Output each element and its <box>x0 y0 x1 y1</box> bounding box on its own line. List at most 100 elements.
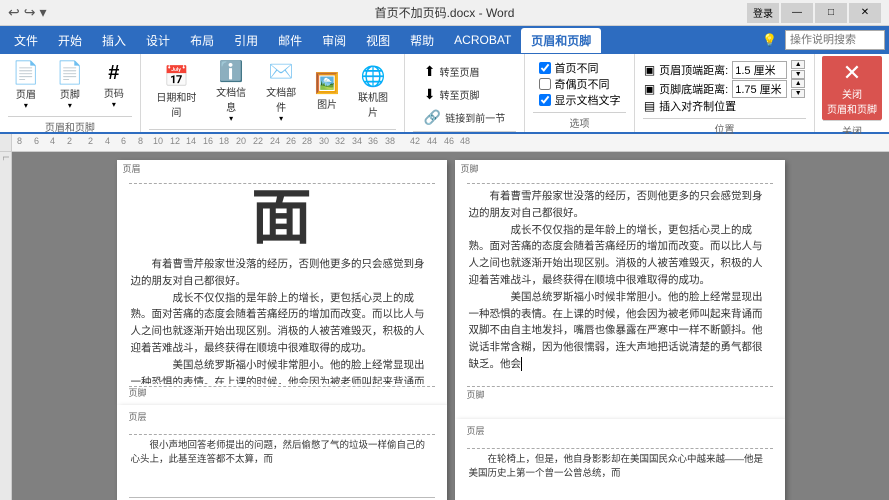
header-margin-down[interactable]: ▼ <box>791 70 805 79</box>
header-margin-input[interactable] <box>732 61 787 79</box>
lightbulb-icon: 💡 <box>762 33 777 47</box>
ruler-tick-neg2: 2 <box>67 136 72 146</box>
tab-insert[interactable]: 插入 <box>92 28 136 53</box>
tab-file[interactable]: 文件 <box>4 28 48 53</box>
ribbon-group-position: ▣ 页眉顶端距离: ▲ ▼ ▣ 页脚底端距离: ▲ ▼ ▤ 插入对齐制位置 <box>635 54 815 132</box>
ruler-tick-22: 22 <box>253 136 263 146</box>
footer-button[interactable]: 📄 页脚 ▾ <box>50 60 90 112</box>
customize-icon[interactable]: ▾ <box>39 4 46 21</box>
show-text-checkbox[interactable] <box>539 94 551 106</box>
close-header-footer-button[interactable]: ✕ 关闭 页眉和页脚 <box>822 56 882 120</box>
page-number-button[interactable]: # 页码 ▾ <box>94 61 134 111</box>
ruler-tick-neg4: 4 <box>50 136 55 146</box>
show-text-check[interactable]: 显示文档文字 <box>539 92 621 108</box>
ribbon-items-nav: ⬆ 转至页眉 ⬇ 转至页脚 🔗 链接到前一节 <box>420 56 509 131</box>
ruler-tick-32: 32 <box>335 136 345 146</box>
firstpage-checkbox[interactable] <box>539 62 551 74</box>
tab-help[interactable]: 帮助 <box>400 28 444 53</box>
page-2-right: 页层 在轮椅上，但是，他自身影影却在美国国民众心中越来越——他是美国历史上第一个… <box>455 419 785 500</box>
document-area: L 页眉 面 有着曹雪芹般家世没落的经历，否则他更多的只会感觉到身边的朋友对自己… <box>0 152 889 500</box>
tab-header-footer[interactable]: 页眉和页脚 <box>521 28 601 53</box>
page1-right-header-line <box>467 166 773 184</box>
search-input[interactable] <box>785 30 885 50</box>
footer-dropdown-arrow: ▾ <box>68 101 72 110</box>
tab-layout[interactable]: 布局 <box>180 28 224 53</box>
oddeven-different-check[interactable]: 奇偶页不同 <box>539 76 621 92</box>
page-col-left: 页眉 面 有着曹雪芹般家世没落的经历，否则他更多的只会感觉到身边的朋友对自己都很… <box>117 160 447 492</box>
oddeven-checkbox[interactable] <box>539 78 551 90</box>
page2-left-body-text: 很小声地回答老师提出的问题，然后偷憋了气的垃圾一样偷自己的心头上，此基至连答都不… <box>131 439 433 468</box>
tab-acrobat[interactable]: ACROBAT <box>444 29 521 51</box>
ruler-left-margin <box>0 134 12 151</box>
close-button[interactable]: ✕ <box>849 3 881 23</box>
page1-right-footer-area: 页脚 <box>455 384 785 419</box>
quickparts-icon: ✉️ <box>269 62 294 82</box>
online-picture-button[interactable]: 🌐 联机图片 <box>350 65 396 121</box>
quickparts-button[interactable]: ✉️ 文档部件 ▾ <box>258 60 304 125</box>
page1-right-footer-content <box>467 401 773 417</box>
header-button[interactable]: 📄 页眉 ▾ <box>6 60 46 112</box>
ribbon-group-close: ✕ 关闭 页眉和页脚 关闭 <box>815 54 889 132</box>
picture-button[interactable]: 🖼️ 图片 <box>308 72 346 113</box>
maximize-button[interactable]: □ <box>815 3 847 23</box>
left-margin-ruler: L <box>0 152 12 500</box>
ribbon-bar: 📄 页眉 ▾ 📄 页脚 ▾ # 页码 ▾ 页眉和页脚 📅 日期和时间 <box>0 54 889 134</box>
quickparts-arrow: ▾ <box>279 114 283 123</box>
page1-body-text1: 有着曹雪芹般家世没落的经历，否则他更多的只会感觉到身边的朋友对自己都很好。 <box>131 256 433 290</box>
pagenumber-dropdown-arrow: ▾ <box>112 100 116 109</box>
goto-footer-button[interactable]: ⬇ 转至页脚 <box>420 83 484 104</box>
header-margin-up[interactable]: ▲ <box>791 60 805 69</box>
page-2-left: 页层 很小声地回答老师提出的问题，然后偷憋了气的垃圾一样偷自己的心头上，此基至连… <box>117 405 447 500</box>
insert-alignment-row: ▤ 插入对齐制位置 <box>644 98 805 114</box>
window-title: 首页不加页码.docx - Word <box>375 4 515 21</box>
ruler-tick-neg6: 6 <box>34 136 39 146</box>
ruler-tick-46: 46 <box>444 136 454 146</box>
docinfo-button[interactable]: ℹ️ 文档信息 ▾ <box>208 60 254 125</box>
link-prev-button[interactable]: 🔗 链接到前一节 <box>420 106 509 127</box>
oddeven-label: 奇偶页不同 <box>555 76 610 92</box>
page1-header-line <box>129 166 435 184</box>
footer-icon: 📄 <box>56 62 83 84</box>
login-button[interactable]: 登录 <box>747 3 779 23</box>
page1-body-text2: 成长不仅仅指的是年龄上的增长，更包括心灵上的成熟。面对苦痛的态度会随着苦痛经历的… <box>131 290 433 357</box>
tab-design[interactable]: 设计 <box>136 28 180 53</box>
page1-big-character: 面 <box>133 188 431 248</box>
ruler-tick-26: 26 <box>286 136 296 146</box>
ruler-tick-18: 18 <box>219 136 229 146</box>
link-prev-label: 链接到前一节 <box>445 110 505 125</box>
docinfo-icon: ℹ️ <box>219 62 244 82</box>
footer-margin-input[interactable] <box>732 80 787 98</box>
footer-margin-down[interactable]: ▼ <box>791 89 805 98</box>
ruler-tick-28: 28 <box>302 136 312 146</box>
header-label-p1-right: 页脚 <box>461 162 479 175</box>
ruler-tick-34: 34 <box>352 136 362 146</box>
datetime-button[interactable]: 📅 日期和时间 <box>149 65 204 121</box>
options-group-label: 选项 <box>533 112 626 130</box>
ruler-ticks: 8 6 4 2 2 4 6 8 10 12 14 16 18 20 22 24 … <box>12 134 889 151</box>
tab-review[interactable]: 审阅 <box>312 28 356 53</box>
tab-references[interactable]: 引用 <box>224 28 268 53</box>
ruler-tick-44: 44 <box>427 136 437 146</box>
docinfo-label: 文档信息 <box>212 84 250 114</box>
link-prev-icon: 🔗 <box>424 110 441 124</box>
footer-margin-up[interactable]: ▲ <box>791 79 805 88</box>
text-cursor <box>521 357 522 371</box>
undo-icon[interactable]: ↩ <box>8 4 20 21</box>
minimize-button[interactable]: — <box>781 3 813 23</box>
header-margin-row: ▣ 页眉顶端距离: ▲ ▼ <box>644 60 805 79</box>
tab-view[interactable]: 视图 <box>356 28 400 53</box>
tab-mailings[interactable]: 邮件 <box>268 28 312 53</box>
goto-header-button[interactable]: ⬆ 转至页眉 <box>420 60 484 81</box>
tab-home[interactable]: 开始 <box>48 28 92 53</box>
page1-big-char-area: 面 <box>117 184 447 254</box>
footer-margin-icon: ▣ <box>644 82 655 96</box>
close-hf-label: 关闭 <box>842 86 862 101</box>
redo-icon[interactable]: ↪ <box>24 4 36 21</box>
picture-icon: 🖼️ <box>315 74 340 94</box>
pages-container[interactable]: 页眉 面 有着曹雪芹般家世没落的经历，否则他更多的只会感觉到身边的朋友对自己都很… <box>12 152 889 500</box>
page2-right-body: 在轮椅上，但是，他自身影影却在美国国民众心中越来越——他是美国历史上第一个曾一公… <box>455 451 785 500</box>
firstpage-different-check[interactable]: 首页不同 <box>539 60 621 76</box>
window-controls: 登录 — □ ✕ <box>747 3 881 23</box>
page-number-label: 页码 <box>104 85 124 100</box>
ribbon-tabs-bar: 文件 开始 插入 设计 布局 引用 邮件 审阅 视图 帮助 ACROBAT 页眉… <box>0 26 889 54</box>
